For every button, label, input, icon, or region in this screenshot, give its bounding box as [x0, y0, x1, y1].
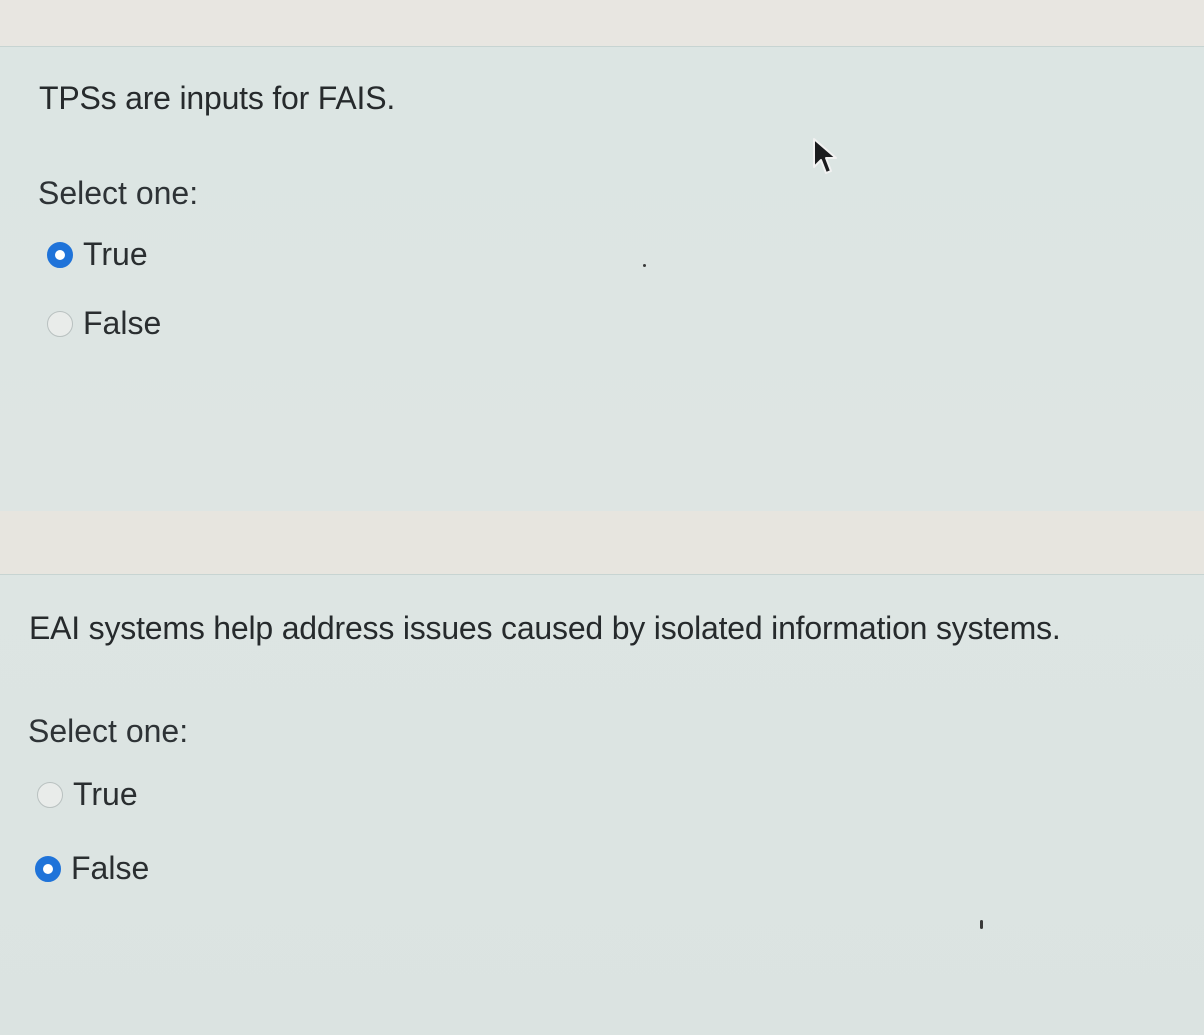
radio-selected-icon[interactable] [47, 241, 73, 268]
question-1: TPSs are inputs for FAIS. Select one: Tr… [0, 46, 1204, 512]
question-1-option-true[interactable]: True [47, 236, 148, 273]
question-2-option-false[interactable]: False [35, 850, 149, 887]
question-1-text: TPSs are inputs for FAIS. [39, 80, 396, 116]
quiz-page: TPSs are inputs for FAIS. Select one: Tr… [0, 0, 1204, 1035]
option-label: True [73, 776, 138, 812]
option-label: False [83, 305, 162, 341]
radio-selected-icon[interactable] [35, 855, 61, 882]
top-strip [0, 0, 1204, 46]
screen-speck [980, 920, 983, 929]
question-separator [0, 511, 1204, 574]
question-2-text: EAI systems help address issues caused b… [29, 610, 1061, 646]
radio-unselected-icon[interactable] [37, 781, 63, 808]
question-1-prompt: Select one: [38, 175, 199, 211]
question-1-option-false[interactable]: False [47, 305, 161, 342]
question-2-option-true[interactable]: True [37, 776, 138, 813]
option-label: True [83, 236, 148, 272]
option-label: False [71, 850, 150, 886]
question-2: EAI systems help address issues caused b… [0, 574, 1204, 1035]
question-2-prompt: Select one: [28, 713, 189, 749]
screen-speck [643, 264, 646, 267]
mouse-pointer-icon [813, 138, 837, 174]
radio-unselected-icon[interactable] [47, 310, 73, 337]
